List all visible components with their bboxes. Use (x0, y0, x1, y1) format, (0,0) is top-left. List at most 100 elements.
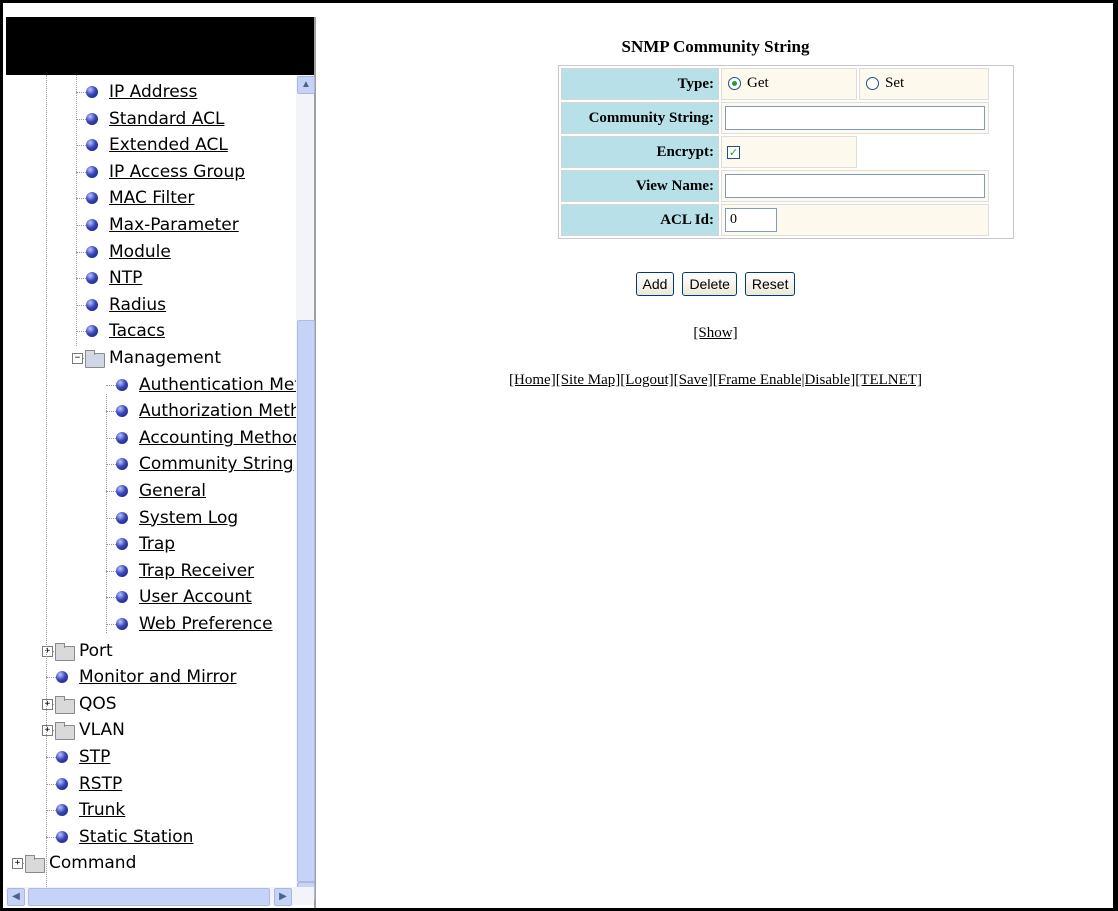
type-get-radio[interactable] (728, 77, 741, 91)
nav-item-user-account[interactable]: User Account (6, 584, 296, 611)
nav-link[interactable]: Trap (139, 531, 175, 558)
nav-link[interactable]: Standard ACL (109, 106, 224, 133)
blue-ball-icon (116, 618, 128, 630)
nav-link[interactable]: IP Address (109, 79, 197, 106)
reset-button[interactable]: Reset (744, 272, 796, 296)
nav-link[interactable]: Authentication Meth (139, 372, 296, 399)
nav-link[interactable]: Extended ACL (109, 132, 228, 159)
nav-item-management[interactable]: − Management (6, 345, 296, 372)
nav-item-mac-filter[interactable]: MAC Filter (6, 185, 296, 212)
nav-item-static-station[interactable]: Static Station (6, 824, 296, 851)
nav-item-max-parameter[interactable]: Max-Parameter (6, 212, 296, 239)
nav-item-module[interactable]: Module (6, 239, 296, 266)
nav-folder-label[interactable]: Command (49, 850, 136, 877)
add-button[interactable]: Add (635, 272, 675, 296)
nav-item-ntp[interactable]: NTP (6, 265, 296, 292)
nav-horizontal-scrollbar[interactable]: ◀ ▶ (6, 887, 314, 906)
site-map-link[interactable]: [Site Map] (556, 372, 621, 388)
nav-link[interactable]: NTP (109, 265, 142, 292)
nav-item-qos[interactable]: + QOS (6, 691, 296, 718)
nav-link[interactable]: STP (79, 744, 110, 771)
nav-folder-label[interactable]: QOS (79, 691, 117, 718)
nav-link[interactable]: Authorization Metho (139, 398, 296, 425)
nav-item-authorization-metho[interactable]: Authorization Metho (6, 398, 296, 425)
nav-item-authentication-meth[interactable]: Authentication Meth (6, 372, 296, 399)
nav-item-extended-acl[interactable]: Extended ACL (6, 132, 296, 159)
save-link[interactable]: [Save] (674, 372, 713, 388)
nav-item-stp[interactable]: STP (6, 744, 296, 771)
nav-link[interactable]: General (139, 478, 206, 505)
scroll-thumb[interactable] (297, 320, 315, 882)
acl-id-input[interactable] (725, 208, 777, 232)
type-set-radio[interactable] (866, 77, 879, 91)
nav-item-tacacs[interactable]: Tacacs (6, 318, 296, 345)
home-link[interactable]: [Home] (509, 372, 556, 388)
expand-icon[interactable]: + (42, 645, 53, 657)
nav-link[interactable]: IP Access Group (109, 159, 245, 186)
nav-item-port[interactable]: + Port (6, 638, 296, 665)
nav-item-ip-address[interactable]: IP Address (6, 79, 296, 106)
encrypt-checkbox[interactable]: ✓ (727, 146, 740, 159)
show-link[interactable]: [Show] (693, 325, 737, 341)
show-link-container: [Show] (318, 325, 1113, 342)
blue-ball-icon (116, 538, 128, 551)
nav-folder-label[interactable]: VLAN (79, 717, 125, 744)
expand-icon[interactable]: + (42, 698, 53, 710)
nav-item-vlan[interactable]: + VLAN (6, 717, 296, 744)
nav-item-command[interactable]: + Command (6, 850, 296, 877)
nav-item-standard-acl[interactable]: Standard ACL (6, 106, 296, 133)
collapse-icon[interactable]: − (72, 353, 83, 364)
frame-enable-disable-link[interactable]: [Frame Enable|Disable] (713, 372, 856, 388)
nav-link[interactable]: User Account (139, 584, 252, 611)
nav-vertical-scrollbar[interactable]: ▲ ▼ (296, 75, 315, 901)
expand-icon[interactable]: + (42, 725, 53, 737)
view-name-input[interactable] (725, 174, 985, 198)
nav-link[interactable]: Monitor and Mirror (79, 664, 237, 691)
blue-ball-icon (86, 272, 98, 285)
nav-link[interactable]: Community String (139, 451, 294, 478)
nav-link[interactable]: Static Station (79, 824, 193, 851)
nav-item-community-string[interactable]: Community String (6, 451, 296, 478)
nav-link[interactable]: System Log (139, 505, 238, 532)
nav-link[interactable]: RSTP (79, 771, 122, 798)
nav-folder-label[interactable]: Management (109, 345, 221, 372)
nav-item-trunk[interactable]: Trunk (6, 797, 296, 824)
horizontal-scroll-thumb[interactable] (28, 888, 270, 906)
type-get-cell[interactable]: Get (721, 68, 857, 100)
nav-link[interactable]: MAC Filter (109, 185, 194, 212)
nav-link[interactable]: Trunk (79, 797, 125, 824)
nav-link[interactable]: Web Preference (139, 611, 273, 638)
nav-item-trap[interactable]: Trap (6, 531, 296, 558)
blue-ball-icon (86, 165, 98, 178)
form-buttons: Add Delete Reset (318, 272, 1113, 296)
encrypt-row: Encrypt: ✓ (561, 136, 1011, 168)
nav-link[interactable]: Tacacs (109, 318, 165, 345)
nav-link[interactable]: Max-Parameter (109, 212, 239, 239)
snmp-community-form: Type: Get Set Community String: Encrypt:… (558, 65, 1014, 239)
nav-item-monitor-and-mirror[interactable]: Monitor and Mirror (6, 664, 296, 691)
type-set-cell[interactable]: Set (859, 68, 989, 100)
nav-item-system-log[interactable]: System Log (6, 505, 296, 532)
scroll-left-arrow-icon[interactable]: ◀ (7, 888, 25, 906)
nav-link[interactable]: Radius (109, 292, 166, 319)
telnet-link[interactable]: [TELNET] (855, 372, 922, 388)
nav-item-web-preference[interactable]: Web Preference (6, 611, 296, 638)
nav-item-accounting-method[interactable]: Accounting Method (6, 425, 296, 452)
nav-link[interactable]: Module (109, 239, 171, 266)
nav-item-radius[interactable]: Radius (6, 292, 296, 319)
nav-link[interactable]: Accounting Method (139, 425, 296, 452)
delete-button[interactable]: Delete (682, 272, 737, 296)
folder-icon (25, 855, 45, 874)
scroll-right-arrow-icon[interactable]: ▶ (274, 888, 292, 906)
community-string-label: Community String: (561, 102, 719, 134)
nav-item-general[interactable]: General (6, 478, 296, 505)
logout-link[interactable]: [Logout] (620, 372, 673, 388)
nav-item-trap-receiver[interactable]: Trap Receiver (6, 558, 296, 585)
scroll-up-arrow-icon[interactable]: ▲ (297, 76, 315, 94)
nav-folder-label[interactable]: Port (79, 638, 113, 665)
nav-item-ip-access-group[interactable]: IP Access Group (6, 159, 296, 186)
nav-link[interactable]: Trap Receiver (139, 558, 254, 585)
community-string-input[interactable] (725, 106, 985, 130)
nav-item-rstp[interactable]: RSTP (6, 771, 296, 798)
expand-icon[interactable]: + (12, 858, 23, 870)
